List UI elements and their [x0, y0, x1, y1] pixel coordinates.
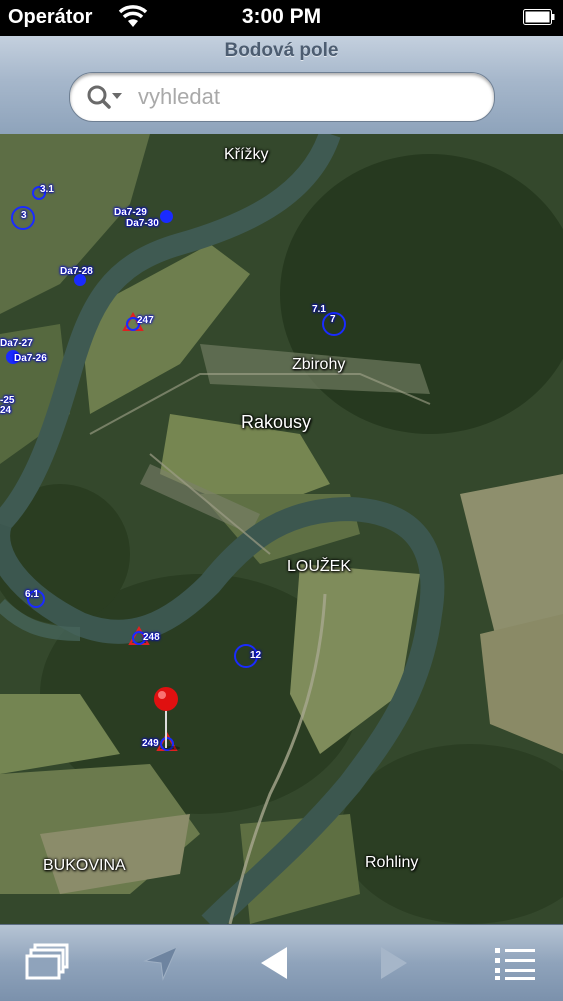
place-label-rohliny: Rohliny: [365, 854, 419, 871]
back-arrow-icon[interactable]: [257, 945, 293, 981]
map-view[interactable]: Křížky Zbirohy Rakousy LOUŽEK BUKOVINA R…: [0, 134, 563, 924]
search-input[interactable]: [136, 81, 480, 113]
place-label-zbirohy: Zbirohy: [292, 356, 346, 373]
battery-icon: [523, 9, 555, 25]
point-label-da7-30[interactable]: Da7-30: [126, 218, 159, 229]
place-label-louzek: LOUŽEK: [287, 558, 352, 575]
point-label-7[interactable]: 7: [330, 314, 336, 325]
list-button[interactable]: [490, 939, 540, 987]
clock: 3:00 PM: [241, 5, 322, 28]
point-label-6-1[interactable]: 6.1: [25, 589, 39, 600]
location-pin-icon[interactable]: [152, 686, 180, 750]
point-symbol[interactable]: [160, 210, 173, 223]
point-symbol[interactable]: [74, 274, 86, 286]
satellite-map-image: [0, 134, 563, 924]
status-bar: Operátor 3:00 PM: [0, 0, 563, 36]
page-title: Bodová pole: [224, 40, 339, 61]
bottom-toolbar: [0, 924, 563, 1001]
point-label-12[interactable]: 12: [250, 650, 261, 661]
nav-bar: Bodová pole: [0, 36, 563, 135]
point-label-3-1[interactable]: 3.1: [40, 184, 54, 195]
point-label-24[interactable]: 24: [0, 405, 11, 416]
place-label-krizky: Křížky: [224, 146, 269, 163]
location-arrow-icon[interactable]: [141, 943, 181, 983]
place-label-bukovina: BUKOVINA: [43, 857, 126, 874]
forward-button[interactable]: [368, 939, 418, 987]
point-label-da7-26[interactable]: Da7-26: [14, 353, 47, 364]
locate-button[interactable]: [136, 939, 186, 987]
point-label-7-1[interactable]: 7.1: [312, 304, 326, 315]
back-button[interactable]: [250, 939, 300, 987]
search-bar[interactable]: [69, 72, 495, 122]
point-label-3[interactable]: 3: [21, 210, 27, 221]
forward-arrow-icon[interactable]: [375, 945, 411, 981]
point-label-248[interactable]: 248: [143, 632, 160, 643]
point-label-da7-27[interactable]: Da7-27: [0, 338, 33, 349]
search-icon[interactable]: [86, 83, 126, 111]
list-icon[interactable]: [493, 945, 537, 981]
point-label-247[interactable]: 247: [137, 315, 154, 326]
point-label-da7-29[interactable]: Da7-29: [114, 207, 147, 218]
layers-icon[interactable]: [23, 943, 71, 983]
layers-button[interactable]: [22, 939, 72, 987]
place-label-rakousy: Rakousy: [241, 412, 312, 432]
